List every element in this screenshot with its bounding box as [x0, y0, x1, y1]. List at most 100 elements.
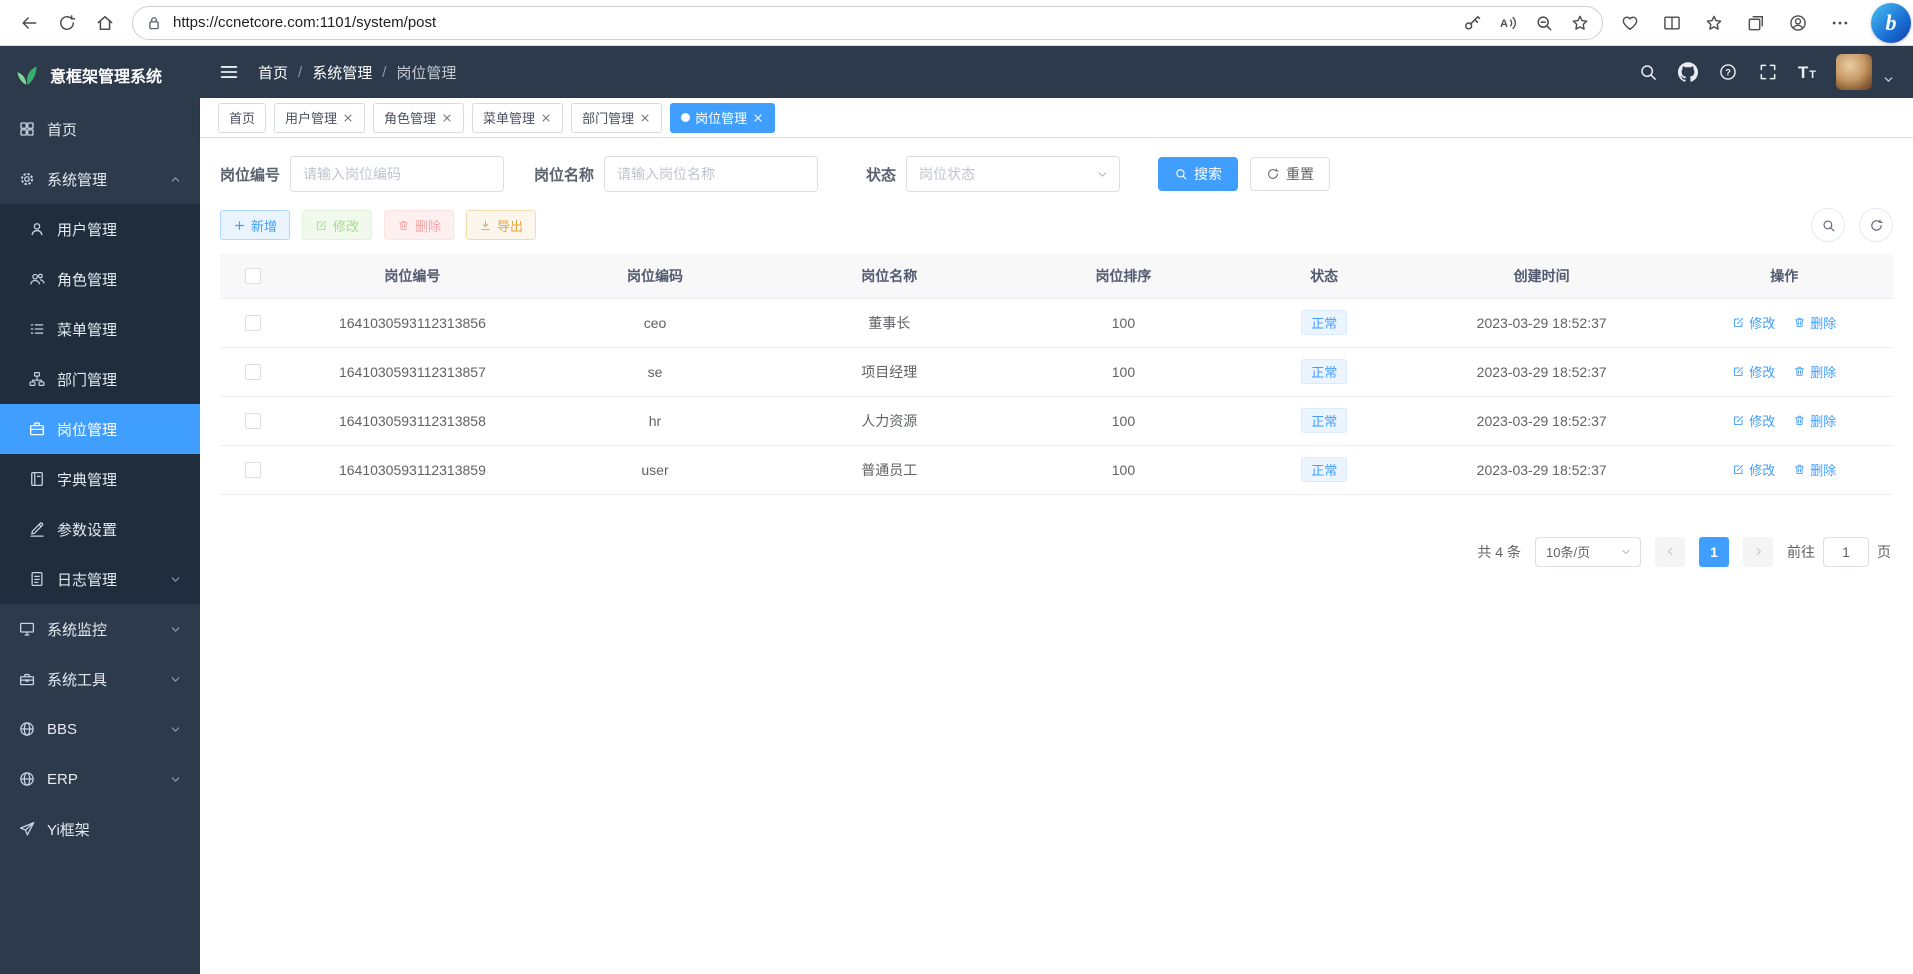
row-edit-button[interactable]: 修改 [1732, 313, 1775, 332]
sidebar-item-dictionary-management[interactable]: 字典管理 [0, 454, 200, 504]
tab-menu-management[interactable]: 菜单管理 [472, 103, 563, 133]
password-key-button[interactable] [1456, 8, 1488, 38]
read-aloud-button[interactable] [1492, 8, 1524, 38]
browser-menu-button[interactable] [1821, 5, 1859, 41]
add-favorite-button[interactable] [1564, 8, 1596, 38]
row-edit-button[interactable]: 修改 [1732, 362, 1775, 381]
refresh-table-button[interactable] [1859, 208, 1893, 242]
breadcrumb-home[interactable]: 首页 [258, 62, 288, 83]
edit-icon [1732, 463, 1745, 476]
browser-home-button[interactable] [86, 5, 124, 41]
table-row: 1641030593112313859 user 普通员工 100 正常 202… [220, 445, 1893, 494]
delete-button[interactable]: 删除 [384, 210, 454, 240]
breadcrumb-system[interactable]: 系统管理 [312, 62, 372, 83]
sidebar-item-label: 日志管理 [57, 569, 117, 590]
table-header-row: 岗位编号 岗位编码 岗位名称 岗位排序 状态 创建时间 操作 [220, 254, 1893, 298]
row-delete-button[interactable]: 删除 [1793, 411, 1836, 430]
select-all-checkbox[interactable] [245, 268, 261, 284]
main-area: 首页 / 系统管理 / 岗位管理 [200, 46, 1913, 974]
page-size-select[interactable]: 10条/页 [1535, 537, 1641, 567]
row-checkbox[interactable] [245, 462, 261, 478]
fullscreen-icon[interactable] [1758, 62, 1778, 82]
reset-button[interactable]: 重置 [1250, 157, 1330, 191]
browser-refresh-button[interactable] [48, 5, 86, 41]
column-header: 操作 [1676, 254, 1893, 298]
sidebar-item-home[interactable]: 首页 [0, 104, 200, 154]
post-code-input[interactable] [290, 156, 504, 192]
sidebar-item-system-monitoring[interactable]: 系统监控 [0, 604, 200, 654]
tab-home[interactable]: 首页 [218, 103, 266, 133]
search-icon[interactable] [1638, 62, 1658, 82]
table-row: 1641030593112313856 ceo 董事长 100 正常 2023-… [220, 298, 1893, 347]
sidebar-item-post-management[interactable]: 岗位管理 [0, 404, 200, 454]
post-name-input[interactable] [604, 156, 818, 192]
sidebar-item-log-management[interactable]: 日志管理 [0, 554, 200, 604]
tab-role-management[interactable]: 角色管理 [373, 103, 464, 133]
row-edit-button[interactable]: 修改 [1732, 411, 1775, 430]
help-icon[interactable] [1718, 62, 1738, 82]
users-icon [28, 270, 46, 288]
search-button[interactable]: 搜索 [1158, 157, 1238, 191]
sidebar-toggle-icon[interactable] [218, 61, 240, 83]
row-checkbox[interactable] [245, 315, 261, 331]
sidebar-item-bbs[interactable]: BBS [0, 704, 200, 754]
row-edit-button[interactable]: 修改 [1732, 460, 1775, 479]
tab-close-icon[interactable] [441, 112, 453, 124]
sidebar-item-user-management[interactable]: 用户管理 [0, 204, 200, 254]
gear-icon [18, 170, 36, 188]
add-button[interactable]: 新增 [220, 210, 290, 240]
export-button[interactable]: 导出 [466, 210, 536, 240]
tab-close-icon[interactable] [540, 112, 552, 124]
edit-button[interactable]: 修改 [302, 210, 372, 240]
chevron-down-icon [169, 773, 182, 786]
github-icon[interactable] [1678, 62, 1698, 82]
sidebar-item-erp[interactable]: ERP [0, 754, 200, 804]
sidebar-item-role-management[interactable]: 角色管理 [0, 254, 200, 304]
globe-icon [18, 720, 36, 738]
breadcrumb: 首页 / 系统管理 / 岗位管理 [258, 62, 456, 83]
next-page-button[interactable] [1743, 537, 1773, 567]
collections-button[interactable] [1737, 5, 1775, 41]
tab-close-icon[interactable] [342, 112, 354, 124]
column-header: 岗位排序 [1006, 254, 1240, 298]
browser-profile-button[interactable] [1779, 5, 1817, 41]
row-checkbox[interactable] [245, 364, 261, 380]
avatar-dropdown-caret-icon[interactable] [1882, 73, 1895, 86]
sidebar-item-system-tools[interactable]: 系统工具 [0, 654, 200, 704]
browser-address-bar[interactable]: https://ccnetcore.com:1101/system/post [132, 6, 1603, 40]
edit-icon [315, 219, 328, 232]
toggle-search-button[interactable] [1811, 208, 1845, 242]
tab-post-management[interactable]: 岗位管理 [670, 103, 775, 133]
app-logo[interactable]: 意框架管理系统 [0, 46, 200, 104]
row-checkbox[interactable] [245, 413, 261, 429]
site-lock-icon[interactable] [145, 14, 163, 32]
avatar[interactable] [1836, 54, 1872, 90]
url-text[interactable]: https://ccnetcore.com:1101/system/post [173, 14, 1456, 31]
sidebar: 意框架管理系统 首页 系统管理 用户管理 角色管理 [0, 46, 200, 974]
page-number-button[interactable]: 1 [1699, 537, 1729, 567]
tab-user-management[interactable]: 用户管理 [274, 103, 365, 133]
sidebar-item-yi-framework[interactable]: Yi框架 [0, 804, 200, 854]
row-delete-button[interactable]: 删除 [1793, 313, 1836, 332]
toolbar-right [1811, 208, 1893, 242]
font-size-icon[interactable] [1798, 64, 1816, 81]
browser-back-button[interactable] [10, 5, 48, 41]
goto-page-input[interactable] [1823, 537, 1869, 567]
status-select[interactable]: 岗位状态 [906, 156, 1120, 192]
sidebar-item-parameter-settings[interactable]: 参数设置 [0, 504, 200, 554]
row-delete-button[interactable]: 删除 [1793, 460, 1836, 479]
tab-close-icon[interactable] [639, 112, 651, 124]
prev-page-button[interactable] [1655, 537, 1685, 567]
tab-close-icon[interactable] [752, 112, 764, 124]
sidebar-item-menu-management[interactable]: 菜单管理 [0, 304, 200, 354]
sidebar-item-system-management[interactable]: 系统管理 [0, 154, 200, 204]
browser-essentials-button[interactable] [1611, 5, 1649, 41]
favorites-button[interactable] [1695, 5, 1733, 41]
row-delete-button[interactable]: 删除 [1793, 362, 1836, 381]
split-screen-button[interactable] [1653, 5, 1691, 41]
sidebar-item-label: 参数设置 [57, 519, 117, 540]
bing-chat-icon[interactable] [1871, 3, 1911, 43]
sidebar-item-department-management[interactable]: 部门管理 [0, 354, 200, 404]
zoom-button[interactable] [1528, 8, 1560, 38]
tab-department-management[interactable]: 部门管理 [571, 103, 662, 133]
